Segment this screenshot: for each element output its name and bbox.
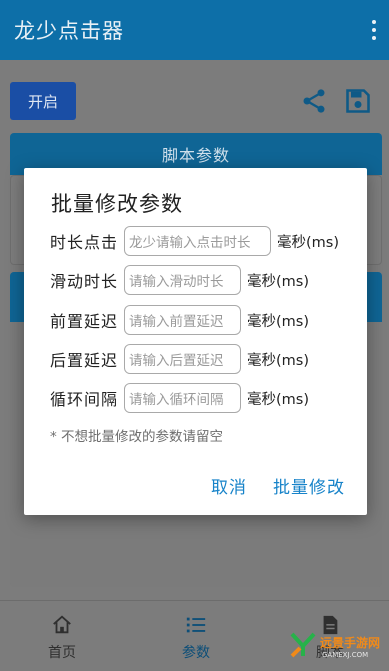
home-icon — [53, 615, 71, 634]
nav-label-home: 首页 — [48, 645, 76, 661]
cancel-button[interactable]: 取消 — [211, 473, 247, 498]
dialog-actions: 取消 批量修改 — [211, 473, 345, 498]
param-row-click-duration: 时长点击 龙少请输入点击时长 毫秒(ms) — [50, 226, 339, 256]
watermark: 远景手游网 GAMEXJ.COM — [288, 628, 388, 668]
nav-item-params[interactable]: 参数 — [166, 614, 226, 662]
dialog-hint: * 不想批量修改的参数请留空 — [50, 429, 224, 445]
watermark-domain: GAMEXJ.COM — [322, 651, 369, 659]
param-label: 前置延迟 — [50, 312, 119, 331]
app-bar: 龙少点击器 — [0, 0, 389, 60]
post-delay-input[interactable]: 请输入后置延迟 — [124, 344, 241, 374]
batch-edit-dialog: 批量修改参数 时长点击 龙少请输入点击时长 毫秒(ms) 滑动时长 请输入滑动时… — [24, 168, 367, 515]
param-row-loop-interval: 循环间隔 请输入循环间隔 毫秒(ms) — [50, 383, 309, 413]
param-row-swipe-duration: 滑动时长 请输入滑动时长 毫秒(ms) — [50, 265, 309, 295]
param-label: 循环间隔 — [50, 390, 119, 409]
app-title: 龙少点击器 — [14, 19, 124, 43]
dialog-title: 批量修改参数 — [51, 192, 183, 216]
unit-label: 毫秒(ms) — [247, 352, 309, 369]
param-label: 后置延迟 — [50, 351, 119, 370]
click-duration-input[interactable]: 龙少请输入点击时长 — [124, 226, 271, 256]
pre-delay-input[interactable]: 请输入前置延迟 — [124, 305, 241, 335]
param-row-pre-delay: 前置延迟 请输入前置延迟 毫秒(ms) — [50, 305, 309, 335]
unit-label: 毫秒(ms) — [247, 391, 309, 408]
loop-interval-input[interactable]: 请输入循环间隔 — [124, 383, 241, 413]
unit-label: 毫秒(ms) — [247, 273, 309, 290]
list-icon — [186, 617, 206, 633]
watermark-name: 远景手游网 — [320, 636, 381, 650]
nav-item-home[interactable]: 首页 — [32, 614, 92, 662]
swipe-duration-input[interactable]: 请输入滑动时长 — [124, 265, 241, 295]
batch-modify-button[interactable]: 批量修改 — [273, 473, 345, 498]
unit-label: 毫秒(ms) — [247, 313, 309, 330]
share-icon[interactable] — [300, 87, 328, 115]
nav-label-params: 参数 — [182, 645, 210, 661]
unit-label: 毫秒(ms) — [277, 234, 339, 251]
save-icon[interactable] — [344, 87, 372, 115]
param-label: 时长点击 — [50, 233, 119, 252]
more-options-icon[interactable] — [371, 20, 377, 40]
param-row-post-delay: 后置延迟 请输入后置延迟 毫秒(ms) — [50, 344, 309, 374]
param-label: 滑动时长 — [50, 272, 119, 291]
start-button[interactable]: 开启 — [10, 82, 76, 120]
watermark-logo-icon — [290, 632, 316, 658]
